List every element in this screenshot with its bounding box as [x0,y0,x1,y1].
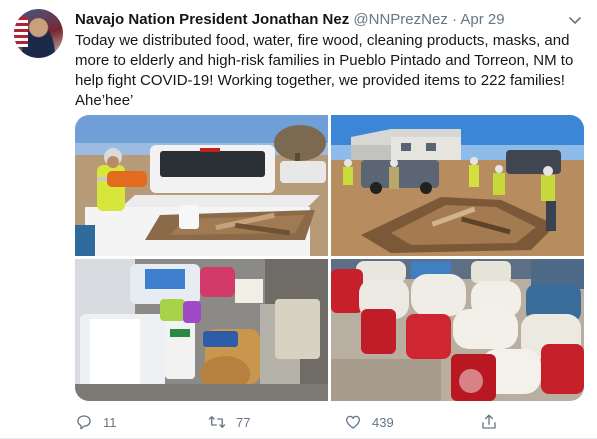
tweet-header: Navajo Nation President Jonathan Nez @NN… [75,10,585,30]
media-photo-truck[interactable] [75,115,328,256]
tweet-text: Today we distributed food, water, fire w… [75,32,574,109]
separator-dot: · [452,11,457,28]
reply-count: 11 [103,414,117,430]
tweet[interactable]: Navajo Nation President Jonathan Nez @NN… [0,0,597,439]
reply-icon [77,415,91,430]
reply-button[interactable]: 11 [75,410,117,434]
share-button[interactable] [480,410,498,434]
tweet-actions: 11 77 439 [75,410,580,434]
retweet-button[interactable]: 77 [208,410,250,434]
like-button[interactable]: 439 [344,410,394,434]
author-handle[interactable]: @NNPrezNez [353,11,447,28]
retweet-icon [208,416,226,428]
media-photo-supplies[interactable] [75,259,328,401]
like-count: 439 [372,414,394,430]
media-photo-firewood[interactable] [331,115,584,256]
retweet-count: 77 [236,414,251,430]
heart-icon [345,415,361,429]
share-icon [482,414,496,429]
chevron-down-icon[interactable] [567,12,583,28]
profile-avatar[interactable] [14,9,63,58]
flag-decoration [14,17,28,47]
media-grid[interactable] [75,115,584,401]
tweet-date[interactable]: Apr 29 [460,11,504,28]
media-photo-food-bags[interactable] [331,259,584,401]
author-name[interactable]: Navajo Nation President Jonathan Nez [75,11,349,28]
